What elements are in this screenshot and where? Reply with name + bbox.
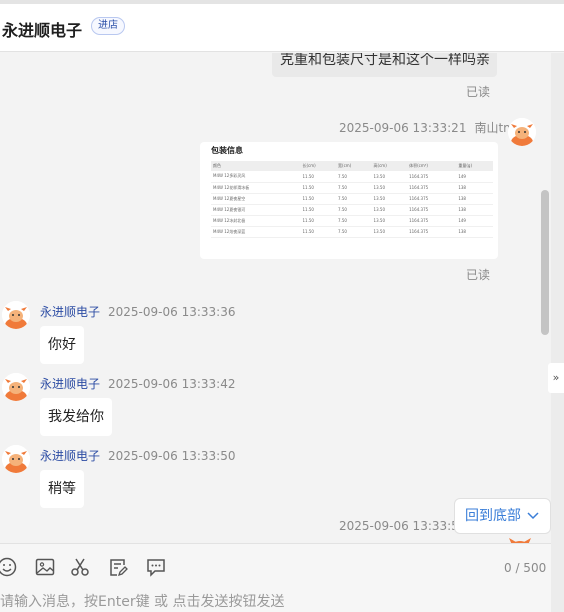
table-cell: 7.50 <box>336 204 372 216</box>
table-cell: 11.50 <box>300 193 337 205</box>
message-bubble-seller: 我发给你 <box>40 398 112 436</box>
back-to-bottom-button[interactable]: 回到底部 <box>454 498 551 534</box>
table-title: 包装信息 <box>211 146 243 155</box>
table-row: M4W 12炫夜深蓝 11.50 7.50 13.50 1164.375 138 <box>211 226 493 238</box>
table-header-cell: 长(cm) <box>300 161 337 171</box>
table-cell: 7.50 <box>336 226 372 238</box>
expand-panel-button[interactable]: » <box>548 363 564 393</box>
message-input[interactable]: 请输入消息，按Enter键 或 点击发送按钮发送 <box>0 591 284 611</box>
emoji-icon[interactable] <box>0 556 18 578</box>
message-meta-self: 2025-09-06 13:33:21 南山tm <box>339 119 515 136</box>
side-panel-gutter <box>551 53 564 612</box>
table-cell: 13.50 <box>371 171 408 183</box>
message-input-area: 0 / 500 请输入消息，按Enter键 或 点击发送按钮发送 <box>0 543 551 612</box>
chevron-down-icon <box>527 499 539 533</box>
message-meta-seller: 永进顺电子 2025-09-06 13:33:36 <box>40 303 235 320</box>
message-bubble-seller: 你好 <box>40 326 84 364</box>
avatar[interactable] <box>2 445 30 473</box>
table-cell: 13.50 <box>371 226 408 238</box>
message-time: 2025-09-06 13:33:42 <box>108 377 236 391</box>
read-status: 已读 <box>466 268 491 282</box>
table-header-cell: 高(cm) <box>371 161 408 171</box>
image-icon[interactable] <box>34 556 56 578</box>
table-cell: 11.50 <box>300 226 337 238</box>
quick-reply-icon[interactable] <box>145 556 167 578</box>
table-cell: 1164.375 <box>407 171 457 183</box>
back-to-bottom-label: 回到底部 <box>465 508 521 524</box>
table-cell: M4W 12夏夜银河 <box>211 204 301 216</box>
chat-header: 永进顺电子 进店 <box>0 4 564 52</box>
table-cell: 13.50 <box>371 193 408 205</box>
table-header-cell: 体积(cm³) <box>407 161 457 171</box>
message-bubble-self: 克重和包装尺寸是和这个一样吗亲 <box>272 53 497 77</box>
cow-avatar-icon <box>509 538 531 543</box>
message-meta-seller: 永进顺电子 2025-09-06 13:33:50 <box>40 447 235 464</box>
table-cell: 13.50 <box>371 204 408 216</box>
table-cell: 7.50 <box>336 193 372 205</box>
table-header-cell: 重量(g) <box>456 161 493 171</box>
message-time: 2025-09-06 13:33:21 <box>339 121 467 135</box>
table-cell: 11.50 <box>300 182 337 194</box>
sender-nickname: 永进顺电子 <box>40 305 101 319</box>
avatar[interactable] <box>508 118 536 146</box>
table-cell: M4W 12多彩灵风 <box>211 171 301 183</box>
cow-avatar-icon <box>2 373 30 401</box>
message-time: 2025-09-06 13:33:50 <box>108 449 236 463</box>
cow-avatar-icon <box>2 445 30 473</box>
message-list[interactable]: 克重和包装尺寸是和这个一样吗亲 已读 2025-09-06 13:33:21 南山… <box>0 53 551 543</box>
table-cell: 1164.375 <box>407 204 457 216</box>
table-cell: 1164.375 <box>407 182 457 194</box>
table-cell: M4W 12炫夜深蓝 <box>211 226 301 238</box>
enter-shop-button[interactable]: 进店 <box>91 17 125 35</box>
table-row: M4W 12夏夜银河 11.50 7.50 13.50 1164.375 138 <box>211 204 493 216</box>
table-row: M4W 12夏夜星空 11.50 7.50 13.50 1164.375 138 <box>211 193 493 205</box>
table-header-cell: 宽(cm) <box>336 161 372 171</box>
table-cell: 7.50 <box>336 215 372 227</box>
table-cell: M4W 12冰封北极 <box>211 215 301 227</box>
table-cell: 7.50 <box>336 182 372 194</box>
avatar[interactable] <box>2 373 30 401</box>
avatar[interactable] <box>2 301 30 329</box>
sender-nickname: 永进顺电子 <box>40 377 101 391</box>
table-row: M4W 12多彩灵风 11.50 7.50 13.50 1164.375 149 <box>211 171 493 183</box>
table-cell: 1164.375 <box>407 226 457 238</box>
table-cell: 138 <box>456 193 493 205</box>
table-cell: 1164.375 <box>407 193 457 205</box>
table-cell: 7.50 <box>336 171 372 183</box>
table-cell: 11.50 <box>300 171 337 183</box>
table-cell: M4W 12夏夜星空 <box>211 193 301 205</box>
avatar <box>506 535 534 543</box>
message-meta-seller: 永进顺电子 2025-09-06 13:33:42 <box>40 375 235 392</box>
shop-name: 永进顺电子 <box>2 21 83 40</box>
table-row: M4W 12冰封北极 11.50 7.50 13.50 1164.375 149 <box>211 215 493 227</box>
table-cell: M4W 12花样滑冰板 <box>211 182 301 194</box>
character-counter: 0 / 500 <box>504 561 547 575</box>
table-cell: 11.50 <box>300 204 337 216</box>
table-cell: 11.50 <box>300 215 337 227</box>
table-cell: 149 <box>456 171 493 183</box>
package-info-table: 颜色 长(cm) 宽(cm) 高(cm) 体积(cm³) 重量(g) M4W 1… <box>211 161 493 238</box>
message-time: 2025-09-06 13:33:50 <box>339 519 467 533</box>
edit-note-icon[interactable] <box>107 556 129 578</box>
cow-avatar-icon <box>2 301 30 329</box>
table-cell: 13.50 <box>371 215 408 227</box>
table-row: M4W 12花样滑冰板 11.50 7.50 13.50 1164.375 138 <box>211 182 493 194</box>
table-cell: 138 <box>456 182 493 194</box>
table-cell: 138 <box>456 204 493 216</box>
table-cell: 1164.375 <box>407 215 457 227</box>
table-cell: 149 <box>456 215 493 227</box>
table-cell: 138 <box>456 226 493 238</box>
table-cell: 13.50 <box>371 182 408 194</box>
message-bubble-seller: 稍等 <box>40 470 84 508</box>
double-chevron-right-icon: » <box>552 371 560 384</box>
read-status: 已读 <box>466 85 491 99</box>
message-time: 2025-09-06 13:33:36 <box>108 305 236 319</box>
table-header-row: 颜色 长(cm) 宽(cm) 高(cm) 体积(cm³) 重量(g) <box>211 161 493 171</box>
sender-nickname: 永进顺电子 <box>40 449 101 463</box>
table-header-cell: 颜色 <box>211 161 301 171</box>
image-message-package-table[interactable]: 包装信息 颜色 长(cm) 宽(cm) 高(cm) 体积(cm³) 重量(g) … <box>200 142 498 259</box>
scissors-icon[interactable] <box>69 556 91 578</box>
cow-avatar-icon <box>508 118 536 146</box>
message-scrollbar[interactable] <box>541 190 549 335</box>
